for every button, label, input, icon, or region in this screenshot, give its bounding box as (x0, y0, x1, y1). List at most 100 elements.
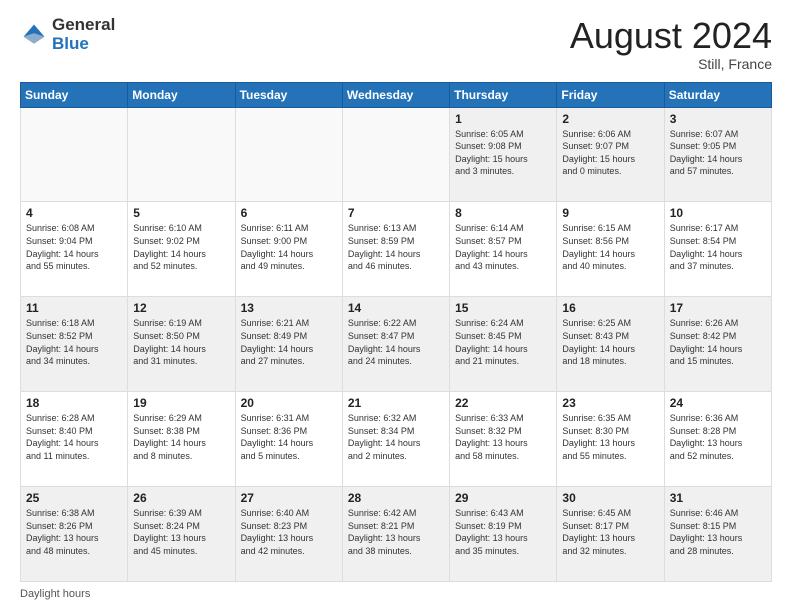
page: General Blue August 2024 Still, France S… (0, 0, 792, 612)
day-cell-13: 13 Sunrise: 6:21 AM Sunset: 8:49 PM Dayli… (235, 297, 342, 392)
day-cell-26: 26 Sunrise: 6:39 AM Sunset: 8:24 PM Dayli… (128, 487, 235, 582)
day-cell-14: 14Sunrise: 6:22 AM Sunset: 8:47 PM Dayli… (342, 297, 449, 392)
day-cell-8: 8 Sunrise: 6:14 AM Sunset: 8:57 PM Daylig… (450, 202, 557, 297)
empty-cell (21, 107, 128, 202)
day-cell-6: 6 Sunrise: 6:11 AM Sunset: 9:00 PM Daylig… (235, 202, 342, 297)
title-block: August 2024 Still, France (570, 16, 772, 72)
col-header-tuesday: Tuesday (235, 82, 342, 107)
day-cell-27: 27Sunrise: 6:40 AM Sunset: 8:23 PM Dayli… (235, 487, 342, 582)
day-number: 12 (133, 301, 229, 315)
day-number: 19 (133, 396, 229, 410)
day-info: Sunrise: 6:06 AM Sunset: 9:07 PM Dayligh… (562, 128, 658, 178)
day-number: 7 (348, 206, 444, 220)
day-info: Sunrise: 6:42 AM Sunset: 8:21 PM Dayligh… (348, 507, 444, 557)
col-header-friday: Friday (557, 82, 664, 107)
calendar-table: SundayMondayTuesdayWednesdayThursdayFrid… (20, 82, 772, 582)
day-info: Sunrise: 6:22 AM Sunset: 8:47 PM Dayligh… (348, 317, 444, 367)
empty-cell (342, 107, 449, 202)
week-row-4: 18Sunrise: 6:28 AM Sunset: 8:40 PM Dayli… (21, 392, 772, 487)
day-number: 25 (26, 491, 122, 505)
day-number: 22 (455, 396, 551, 410)
week-row-1: 1 Sunrise: 6:05 AM Sunset: 9:08 PM Daylig… (21, 107, 772, 202)
col-header-monday: Monday (128, 82, 235, 107)
day-cell-3: 3Sunrise: 6:07 AM Sunset: 9:05 PM Daylig… (664, 107, 771, 202)
calendar-body: 1 Sunrise: 6:05 AM Sunset: 9:08 PM Daylig… (21, 107, 772, 581)
day-cell-2: 2Sunrise: 6:06 AM Sunset: 9:07 PM Daylig… (557, 107, 664, 202)
day-cell-10: 10Sunrise: 6:17 AM Sunset: 8:54 PM Dayli… (664, 202, 771, 297)
logo-text: General Blue (52, 16, 115, 53)
header: General Blue August 2024 Still, France (20, 16, 772, 72)
col-header-wednesday: Wednesday (342, 82, 449, 107)
week-row-3: 11 Sunrise: 6:18 AM Sunset: 8:52 PM Dayli… (21, 297, 772, 392)
day-info: Sunrise: 6:31 AM Sunset: 8:36 PM Dayligh… (241, 412, 337, 462)
day-info: Sunrise: 6:08 AM Sunset: 9:04 PM Dayligh… (26, 222, 122, 272)
day-number: 31 (670, 491, 766, 505)
location: Still, France (570, 56, 772, 72)
day-cell-24: 24Sunrise: 6:36 AM Sunset: 8:28 PM Dayli… (664, 392, 771, 487)
day-info: Sunrise: 6:25 AM Sunset: 8:43 PM Dayligh… (562, 317, 658, 367)
day-number: 21 (348, 396, 444, 410)
day-info: Sunrise: 6:10 AM Sunset: 9:02 PM Dayligh… (133, 222, 229, 272)
daylight-label: Daylight hours (20, 588, 90, 600)
logo-general: General (52, 16, 115, 35)
day-info: Sunrise: 6:43 AM Sunset: 8:19 PM Dayligh… (455, 507, 551, 557)
day-cell-22: 22Sunrise: 6:33 AM Sunset: 8:32 PM Dayli… (450, 392, 557, 487)
day-number: 17 (670, 301, 766, 315)
day-info: Sunrise: 6:29 AM Sunset: 8:38 PM Dayligh… (133, 412, 229, 462)
day-number: 5 (133, 206, 229, 220)
day-number: 15 (455, 301, 551, 315)
day-info: Sunrise: 6:24 AM Sunset: 8:45 PM Dayligh… (455, 317, 551, 367)
day-number: 8 (455, 206, 551, 220)
day-number: 11 (26, 301, 122, 315)
day-header-row: SundayMondayTuesdayWednesdayThursdayFrid… (21, 82, 772, 107)
logo: General Blue (20, 16, 115, 53)
day-cell-23: 23Sunrise: 6:35 AM Sunset: 8:30 PM Dayli… (557, 392, 664, 487)
day-info: Sunrise: 6:45 AM Sunset: 8:17 PM Dayligh… (562, 507, 658, 557)
day-cell-15: 15 Sunrise: 6:24 AM Sunset: 8:45 PM Dayli… (450, 297, 557, 392)
day-info: Sunrise: 6:21 AM Sunset: 8:49 PM Dayligh… (241, 317, 337, 367)
day-number: 6 (241, 206, 337, 220)
day-info: Sunrise: 6:38 AM Sunset: 8:26 PM Dayligh… (26, 507, 122, 557)
footer: Daylight hours (20, 588, 772, 600)
day-info: Sunrise: 6:35 AM Sunset: 8:30 PM Dayligh… (562, 412, 658, 462)
day-info: Sunrise: 6:05 AM Sunset: 9:08 PM Dayligh… (455, 128, 551, 178)
day-cell-4: 4Sunrise: 6:08 AM Sunset: 9:04 PM Daylig… (21, 202, 128, 297)
day-info: Sunrise: 6:07 AM Sunset: 9:05 PM Dayligh… (670, 128, 766, 178)
day-cell-25: 25 Sunrise: 6:38 AM Sunset: 8:26 PM Dayli… (21, 487, 128, 582)
day-cell-20: 20 Sunrise: 6:31 AM Sunset: 8:36 PM Dayli… (235, 392, 342, 487)
month-year: August 2024 (570, 16, 772, 56)
day-number: 26 (133, 491, 229, 505)
day-number: 1 (455, 112, 551, 126)
day-number: 30 (562, 491, 658, 505)
day-cell-5: 5 Sunrise: 6:10 AM Sunset: 9:02 PM Daylig… (128, 202, 235, 297)
day-info: Sunrise: 6:18 AM Sunset: 8:52 PM Dayligh… (26, 317, 122, 367)
day-info: Sunrise: 6:19 AM Sunset: 8:50 PM Dayligh… (133, 317, 229, 367)
day-number: 9 (562, 206, 658, 220)
day-cell-28: 28 Sunrise: 6:42 AM Sunset: 8:21 PM Dayli… (342, 487, 449, 582)
day-cell-29: 29Sunrise: 6:43 AM Sunset: 8:19 PM Dayli… (450, 487, 557, 582)
day-info: Sunrise: 6:39 AM Sunset: 8:24 PM Dayligh… (133, 507, 229, 557)
day-info: Sunrise: 6:11 AM Sunset: 9:00 PM Dayligh… (241, 222, 337, 272)
day-cell-16: 16Sunrise: 6:25 AM Sunset: 8:43 PM Dayli… (557, 297, 664, 392)
day-number: 18 (26, 396, 122, 410)
col-header-sunday: Sunday (21, 82, 128, 107)
day-info: Sunrise: 6:15 AM Sunset: 8:56 PM Dayligh… (562, 222, 658, 272)
day-info: Sunrise: 6:36 AM Sunset: 8:28 PM Dayligh… (670, 412, 766, 462)
day-info: Sunrise: 6:40 AM Sunset: 8:23 PM Dayligh… (241, 507, 337, 557)
empty-cell (128, 107, 235, 202)
day-number: 28 (348, 491, 444, 505)
day-number: 20 (241, 396, 337, 410)
day-cell-18: 18Sunrise: 6:28 AM Sunset: 8:40 PM Dayli… (21, 392, 128, 487)
day-cell-19: 19 Sunrise: 6:29 AM Sunset: 8:38 PM Dayli… (128, 392, 235, 487)
day-info: Sunrise: 6:13 AM Sunset: 8:59 PM Dayligh… (348, 222, 444, 272)
day-number: 10 (670, 206, 766, 220)
day-cell-12: 12 Sunrise: 6:19 AM Sunset: 8:50 PM Dayli… (128, 297, 235, 392)
day-cell-9: 9 Sunrise: 6:15 AM Sunset: 8:56 PM Daylig… (557, 202, 664, 297)
day-info: Sunrise: 6:14 AM Sunset: 8:57 PM Dayligh… (455, 222, 551, 272)
logo-icon (20, 21, 48, 49)
day-cell-7: 7 Sunrise: 6:13 AM Sunset: 8:59 PM Daylig… (342, 202, 449, 297)
day-info: Sunrise: 6:32 AM Sunset: 8:34 PM Dayligh… (348, 412, 444, 462)
day-number: 13 (241, 301, 337, 315)
col-header-thursday: Thursday (450, 82, 557, 107)
day-cell-30: 30 Sunrise: 6:45 AM Sunset: 8:17 PM Dayli… (557, 487, 664, 582)
